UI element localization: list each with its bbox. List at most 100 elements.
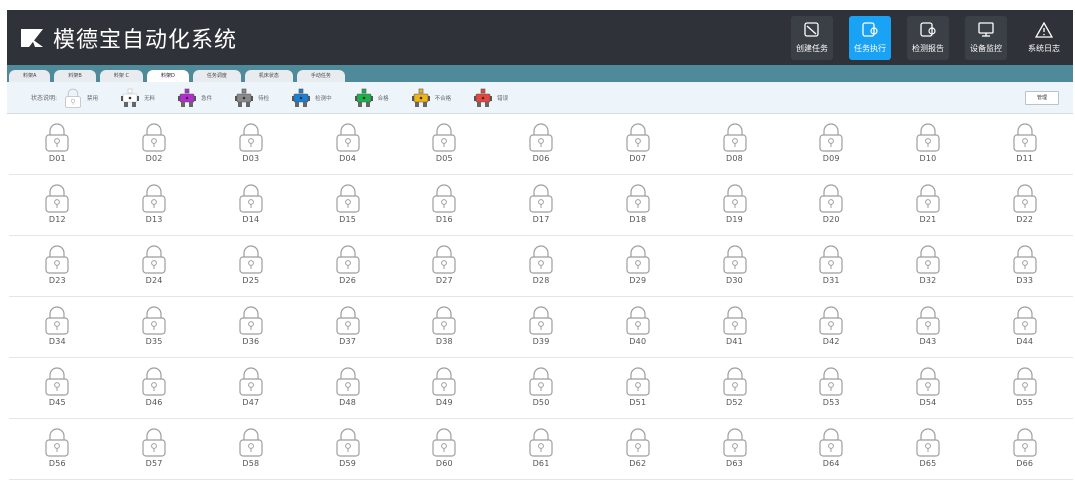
robot-icon bbox=[474, 88, 493, 107]
slot-cell[interactable]: D03 bbox=[202, 114, 299, 174]
tab-7[interactable]: 手动任务 bbox=[296, 70, 345, 82]
slot-cell[interactable]: D45 bbox=[9, 358, 106, 418]
slot-cell[interactable]: D27 bbox=[396, 236, 493, 296]
lock-icon bbox=[335, 428, 360, 457]
slot-label: D20 bbox=[822, 215, 840, 224]
slot-label: D64 bbox=[822, 459, 840, 468]
slot-cell[interactable]: D39 bbox=[493, 297, 590, 357]
lock-icon bbox=[819, 306, 843, 335]
slot-cell[interactable]: D34 bbox=[9, 297, 106, 357]
slot-cell[interactable]: D55 bbox=[976, 358, 1073, 418]
slot-cell[interactable]: D33 bbox=[976, 236, 1073, 296]
slot-cell[interactable]: D10 bbox=[880, 114, 977, 174]
slot-label: D14 bbox=[242, 215, 260, 224]
slot-cell[interactable]: D48 bbox=[299, 358, 396, 418]
slot-cell[interactable]: D50 bbox=[493, 358, 590, 418]
slot-cell[interactable]: D46 bbox=[106, 358, 203, 418]
lock-icon bbox=[722, 184, 747, 213]
slot-cell[interactable]: D19 bbox=[686, 175, 783, 235]
lock-icon bbox=[722, 123, 747, 152]
slot-cell[interactable]: D54 bbox=[880, 358, 977, 418]
slot-cell[interactable]: D35 bbox=[106, 297, 203, 357]
nav-button-inspection-report[interactable]: 检测报告 bbox=[899, 10, 957, 65]
slot-cell[interactable]: D44 bbox=[976, 297, 1073, 357]
slot-cell[interactable]: D09 bbox=[783, 114, 880, 174]
slot-cell[interactable]: D41 bbox=[686, 297, 783, 357]
slot-cell[interactable]: D62 bbox=[589, 419, 686, 479]
manage-button[interactable]: 管理 bbox=[1025, 91, 1059, 105]
slot-cell[interactable]: D32 bbox=[880, 236, 977, 296]
tab-2[interactable]: 料架B bbox=[54, 70, 96, 82]
tab-1[interactable]: 料架A bbox=[9, 70, 51, 82]
slot-cell[interactable]: D11 bbox=[976, 114, 1073, 174]
nav-button-warning[interactable]: 系统日志 bbox=[1015, 10, 1073, 65]
slot-cell[interactable]: D47 bbox=[202, 358, 299, 418]
slot-cell[interactable]: D07 bbox=[589, 114, 686, 174]
slot-cell[interactable]: D66 bbox=[976, 419, 1073, 479]
slot-cell[interactable]: D51 bbox=[589, 358, 686, 418]
slot-cell[interactable]: D13 bbox=[106, 175, 203, 235]
slot-label: D01 bbox=[48, 154, 66, 163]
slot-label: D26 bbox=[339, 276, 357, 285]
nav-button-task-execute[interactable]: 任务执行 bbox=[841, 10, 899, 65]
nav-button-monitor[interactable]: 设备监控 bbox=[957, 10, 1015, 65]
slot-label: D51 bbox=[629, 398, 647, 407]
slot-cell[interactable]: D42 bbox=[783, 297, 880, 357]
slot-cell[interactable]: D64 bbox=[783, 419, 880, 479]
slot-cell[interactable]: D12 bbox=[9, 175, 106, 235]
slot-cell[interactable]: D57 bbox=[106, 419, 203, 479]
slot-cell[interactable]: D20 bbox=[783, 175, 880, 235]
lock-icon bbox=[142, 184, 166, 213]
slot-cell[interactable]: D05 bbox=[396, 114, 493, 174]
tab-3[interactable]: 料架 C bbox=[99, 70, 143, 82]
slot-cell[interactable]: D53 bbox=[783, 358, 880, 418]
slot-cell[interactable]: D37 bbox=[299, 297, 396, 357]
app-title: 模德宝自动化系统 bbox=[53, 27, 238, 53]
slot-label: D32 bbox=[919, 276, 937, 285]
slot-cell[interactable]: D26 bbox=[299, 236, 396, 296]
slot-cell[interactable]: D01 bbox=[9, 114, 106, 174]
slot-cell[interactable]: D28 bbox=[493, 236, 590, 296]
slot-cell[interactable]: D31 bbox=[783, 236, 880, 296]
legend-item: 错误 bbox=[473, 88, 508, 108]
tab-6[interactable]: 机床状态 bbox=[244, 70, 293, 82]
status-legend: 状态说明: 禁用 无料 急件 待检 检测中 合格 不合格 错误 管理 bbox=[7, 82, 1073, 114]
slot-cell[interactable]: D36 bbox=[202, 297, 299, 357]
nav-button-create-task[interactable]: 创建任务 bbox=[783, 10, 841, 65]
slot-cell[interactable]: D06 bbox=[493, 114, 590, 174]
app-header: 模德宝自动化系统 创建任务 任务执行 检测报告 设备监控 系统日志 bbox=[7, 10, 1073, 65]
slot-cell[interactable]: D59 bbox=[299, 419, 396, 479]
slot-cell[interactable]: D30 bbox=[686, 236, 783, 296]
slot-cell[interactable]: D17 bbox=[493, 175, 590, 235]
slot-cell[interactable]: D60 bbox=[396, 419, 493, 479]
slot-cell[interactable]: D23 bbox=[9, 236, 106, 296]
slot-cell[interactable]: D63 bbox=[686, 419, 783, 479]
slot-cell[interactable]: D25 bbox=[202, 236, 299, 296]
slot-cell[interactable]: D49 bbox=[396, 358, 493, 418]
slot-cell[interactable]: D58 bbox=[202, 419, 299, 479]
slot-cell[interactable]: D21 bbox=[880, 175, 977, 235]
slot-cell[interactable]: D38 bbox=[396, 297, 493, 357]
slot-cell[interactable]: D02 bbox=[106, 114, 203, 174]
slot-cell[interactable]: D18 bbox=[589, 175, 686, 235]
slot-cell[interactable]: D14 bbox=[202, 175, 299, 235]
legend-item: 检测中 bbox=[291, 88, 332, 108]
slot-cell[interactable]: D08 bbox=[686, 114, 783, 174]
slot-cell[interactable]: D24 bbox=[106, 236, 203, 296]
slot-cell[interactable]: D29 bbox=[589, 236, 686, 296]
slot-cell[interactable]: D52 bbox=[686, 358, 783, 418]
slot-cell[interactable]: D16 bbox=[396, 175, 493, 235]
lock-icon bbox=[722, 245, 747, 274]
slot-cell[interactable]: D22 bbox=[976, 175, 1073, 235]
slot-cell[interactable]: D61 bbox=[493, 419, 590, 479]
slot-cell[interactable]: D65 bbox=[880, 419, 977, 479]
slot-cell[interactable]: D56 bbox=[9, 419, 106, 479]
tab-5[interactable]: 任务调度 bbox=[192, 70, 241, 82]
slot-cell[interactable]: D15 bbox=[299, 175, 396, 235]
slot-label: D31 bbox=[822, 276, 840, 285]
legend-item: 禁用 bbox=[63, 87, 98, 109]
tab-4[interactable]: 料架D bbox=[146, 70, 189, 82]
slot-cell[interactable]: D40 bbox=[589, 297, 686, 357]
slot-cell[interactable]: D43 bbox=[880, 297, 977, 357]
slot-cell[interactable]: D04 bbox=[299, 114, 396, 174]
